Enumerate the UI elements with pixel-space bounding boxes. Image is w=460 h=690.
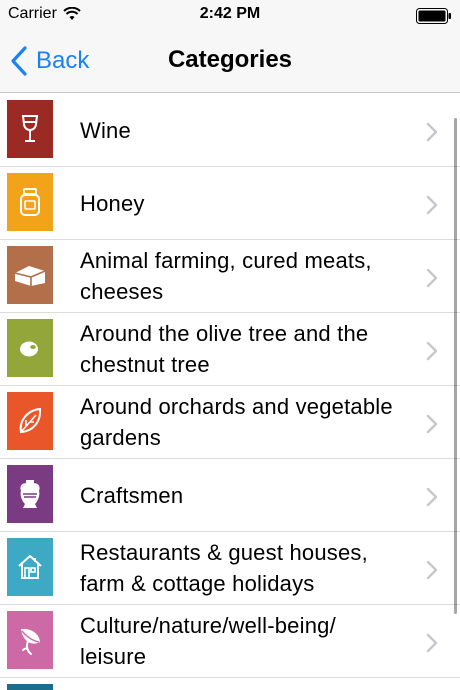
category-row-restaurants[interactable]: Restaurants & guest houses, farm & cotta…: [0, 532, 460, 605]
chevron-right-icon: [426, 633, 438, 653]
status-time: 2:42 PM: [199, 5, 261, 22]
category-row-culture-nature[interactable]: Culture/nature/well-being/ leisure: [0, 605, 460, 678]
honey-jar-icon: [20, 188, 40, 216]
category-label: Around the olive tree and the chestnut t…: [80, 321, 369, 377]
category-label: Culture/nature/well-being/ leisure: [80, 613, 336, 669]
chevron-right-icon: [426, 414, 438, 434]
category-tile: [7, 100, 53, 158]
chevron-right-icon: [426, 268, 438, 288]
category-tile: [7, 465, 53, 523]
category-label: Restaurants & guest houses, farm & cotta…: [80, 540, 368, 596]
chevron-right-icon: [426, 122, 438, 142]
chevron-right-icon: [426, 487, 438, 507]
category-tile: [7, 173, 53, 231]
back-button[interactable]: Back: [10, 44, 89, 78]
category-row-orchards-gardens[interactable]: Around orchards and vegetable gardens: [0, 386, 460, 459]
category-tile: [7, 684, 53, 690]
category-tile: [7, 392, 53, 450]
category-label: Around orchards and vegetable gardens: [80, 394, 393, 450]
amphora-icon: [20, 480, 40, 508]
status-bar: Carrier 2:42 PM: [0, 0, 460, 30]
back-label: Back: [36, 47, 90, 74]
chevron-right-icon: [426, 195, 438, 215]
chevron-left-icon: [11, 46, 27, 76]
category-tile: [7, 319, 53, 377]
cheese-icon: [14, 266, 46, 286]
category-row-partial[interactable]: [0, 678, 460, 690]
category-list[interactable]: Wine Honey Animal farming, cured meats, …: [0, 94, 460, 690]
category-row-animal-farming[interactable]: Animal farming, cured meats, cheeses: [0, 240, 460, 313]
house-icon: [18, 555, 42, 579]
flower-icon: [21, 628, 40, 655]
category-tile: [7, 611, 53, 669]
battery-icon: [416, 8, 451, 24]
category-label: Animal farming, cured meats, cheeses: [80, 248, 372, 304]
category-label: Honey: [80, 190, 145, 216]
navigation-bar: Back Categories: [0, 30, 460, 93]
category-row-craftsmen[interactable]: Craftsmen: [0, 459, 460, 532]
chevron-right-icon: [426, 560, 438, 580]
olive-icon: [20, 341, 38, 357]
category-label: Wine: [80, 117, 131, 143]
category-row-honey[interactable]: Honey: [0, 167, 460, 240]
category-tile: [7, 246, 53, 304]
category-row-olive-chestnut[interactable]: Around the olive tree and the chestnut t…: [0, 313, 460, 386]
category-tile: [7, 538, 53, 596]
category-label: Craftsmen: [80, 482, 184, 508]
leaf-icon: [19, 407, 42, 434]
scroll-indicator[interactable]: [454, 118, 457, 614]
wine-glass-icon: [21, 115, 39, 142]
chevron-right-icon: [426, 341, 438, 361]
category-row-wine[interactable]: Wine: [0, 94, 460, 167]
